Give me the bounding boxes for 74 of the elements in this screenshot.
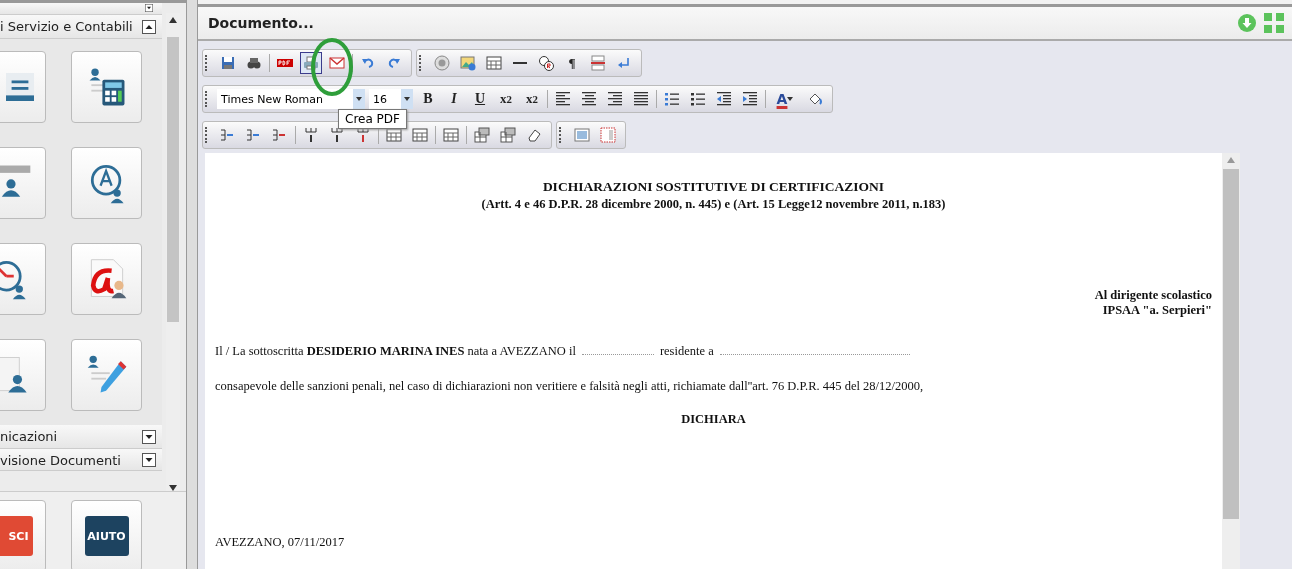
printer-icon xyxy=(303,55,319,71)
app-tile[interactable]: SCI xyxy=(0,500,46,569)
expand-toggle[interactable] xyxy=(142,429,156,444)
show-blocks-icon xyxy=(600,127,616,143)
eraser-icon xyxy=(526,127,542,143)
envelope-icon xyxy=(329,55,345,71)
document-title: DICHIARAZIONI SOSTITUTIVE DI CERTIFICAZIONI xyxy=(541,179,886,195)
collapse-toggle[interactable] xyxy=(142,19,156,34)
insert-row-icon xyxy=(329,127,345,143)
emblem-button[interactable] xyxy=(431,52,453,74)
highlight-circle xyxy=(310,37,354,97)
format-button[interactable]: ¶ xyxy=(561,52,583,74)
align-right-icon xyxy=(607,91,623,107)
table-properties-button[interactable] xyxy=(471,124,493,146)
app-tile[interactable]: AIUTO xyxy=(71,500,142,569)
statement-text: consapevole delle sanzioni penali, nel caso di dichiarazioni non veritiere e falsità negli atti, richiamate dall''art. 76 D.P.R. 445 del 28/12/2000, xyxy=(215,379,925,394)
document-title: (Artt. 4 e 46 D.P.R. 28 dicembre 2000, n. 445) e (Art. 15 Legge12 novembre 2011, n.183) xyxy=(480,197,947,212)
outdent-icon xyxy=(716,91,732,107)
size-select[interactable]: 16 xyxy=(369,89,413,109)
delete-row-icon xyxy=(355,127,371,143)
recipient-line: IPSAA "a. Serpieri" xyxy=(1101,303,1212,318)
recipient-line: Al dirigente scolastico xyxy=(1093,288,1212,303)
declarant-text: residente a xyxy=(659,344,714,359)
text-color-button[interactable]: A xyxy=(770,88,800,110)
align-center-icon xyxy=(581,91,597,107)
caret-icon xyxy=(787,97,794,101)
align-left-icon xyxy=(555,91,571,107)
merge-cells-icon xyxy=(386,127,402,143)
format-button[interactable]: B xyxy=(417,88,439,110)
show-blocks-button[interactable] xyxy=(597,124,619,146)
insert-row-icon xyxy=(303,127,319,143)
horizontal-line-icon xyxy=(512,61,528,65)
tile-label: SCI xyxy=(0,516,33,556)
indent-icon xyxy=(742,91,758,107)
scroll-down-arrow[interactable] xyxy=(169,485,177,491)
symbol-icon xyxy=(538,55,554,71)
binoculars-icon xyxy=(246,55,262,71)
document-heading: DICHIARA xyxy=(680,412,747,427)
app-tile[interactable] xyxy=(71,51,142,123)
line-break-icon xyxy=(616,55,632,71)
expand-toggle[interactable] xyxy=(142,453,156,467)
delete-table-icon xyxy=(500,127,516,143)
list-icon xyxy=(5,73,34,101)
split-cells-icon xyxy=(412,127,428,143)
delete-table-button[interactable] xyxy=(497,124,519,146)
cell-properties-icon xyxy=(443,127,459,143)
app-tile[interactable] xyxy=(71,147,142,219)
image-icon xyxy=(460,55,476,71)
save-icon xyxy=(220,55,236,71)
delete-column-icon xyxy=(272,127,288,143)
emblem-icon xyxy=(434,55,450,71)
numbered-list-icon xyxy=(664,91,680,107)
scroll-up-arrow[interactable] xyxy=(169,17,177,23)
format-button[interactable]: I xyxy=(443,88,465,110)
app-tile[interactable] xyxy=(71,339,142,411)
format-button[interactable]: U xyxy=(469,88,491,110)
insert-column-icon xyxy=(220,127,236,143)
tile-label: AIUTO xyxy=(84,516,129,556)
panel-title: Documento... xyxy=(208,15,314,31)
expand-toggle[interactable] xyxy=(142,4,156,12)
tooltip: Crea PDF xyxy=(338,109,407,129)
fill-color-icon xyxy=(807,91,823,107)
insert-column-icon xyxy=(246,127,262,143)
declarant-text: Il / La sottoscritta DESIDERIO MARINA INES nata a AVEZZANO il xyxy=(215,344,576,359)
place-date: AVEZZANO, 07/11/2017 xyxy=(215,535,346,550)
table-icon xyxy=(486,55,502,71)
page-break-icon xyxy=(590,55,606,71)
font-select[interactable]: Times New Roman xyxy=(217,89,365,109)
app-tile[interactable] xyxy=(71,243,142,315)
bullet-list-icon xyxy=(690,91,706,107)
table-properties-icon xyxy=(474,127,490,143)
preview-icon xyxy=(574,127,590,143)
justify-icon xyxy=(633,91,649,107)
scrollbar[interactable] xyxy=(1222,153,1240,569)
